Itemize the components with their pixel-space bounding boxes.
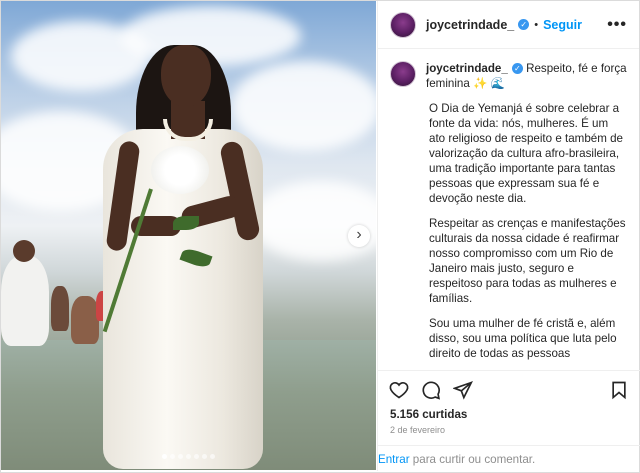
post-date[interactable]: 2 de fevereiro (390, 425, 445, 435)
follow-button[interactable]: Seguir (543, 18, 582, 32)
white-rose (151, 146, 209, 194)
carousel-dot[interactable] (210, 454, 215, 459)
carousel-dot[interactable] (170, 454, 175, 459)
caption-paragraph: O Dia de Yemanjá é sobre celebrar a font… (429, 102, 623, 205)
woman-head (161, 45, 211, 107)
comment-prompt: para curtir ou comentar. (409, 453, 536, 466)
caption-paragraph: Sou uma mulher de fé cristã e, além diss… (429, 317, 620, 363)
bookmark-icon[interactable] (608, 379, 630, 401)
separator-dot: • (534, 18, 539, 31)
share-icon[interactable] (452, 379, 474, 401)
likes-count[interactable]: 5.156 curtidas (390, 408, 467, 421)
carousel-dots (162, 454, 215, 459)
carousel-dot[interactable] (178, 454, 183, 459)
carousel-dot[interactable] (186, 454, 191, 459)
caption-avatar[interactable] (390, 61, 416, 87)
heart-icon[interactable] (388, 379, 410, 401)
more-options-icon[interactable]: ••• (607, 16, 627, 34)
avatar[interactable] (390, 11, 416, 38)
caption-username[interactable]: joycetrindade_ (426, 62, 508, 75)
caption-paragraph: Respeitar as crenças e manifestações cul… (429, 217, 626, 305)
action-bar (378, 370, 640, 402)
carousel-dot[interactable] (162, 454, 167, 459)
header-username[interactable]: joycetrindade_ (426, 18, 514, 32)
verified-badge-icon: ✓ (518, 19, 530, 30)
post-photo[interactable]: › (1, 1, 376, 470)
carousel-dot[interactable] (202, 454, 207, 459)
post-header: joycetrindade_ ✓ • Seguir ••• (378, 1, 639, 49)
login-link[interactable]: Entrar (378, 453, 410, 466)
comment-bar: Entrar para curtir ou comentar. (378, 445, 640, 471)
verified-badge-icon: ✓ (511, 63, 523, 75)
post-panel: joycetrindade_ ✓ • Seguir ••• joycetrind… (377, 1, 640, 471)
caption-area: joycetrindade_ ✓ Respeito, fé e força fem… (378, 49, 639, 363)
comment-icon[interactable] (420, 379, 442, 401)
carousel-dot[interactable] (194, 454, 199, 459)
chevron-right-icon[interactable]: › (348, 225, 370, 247)
